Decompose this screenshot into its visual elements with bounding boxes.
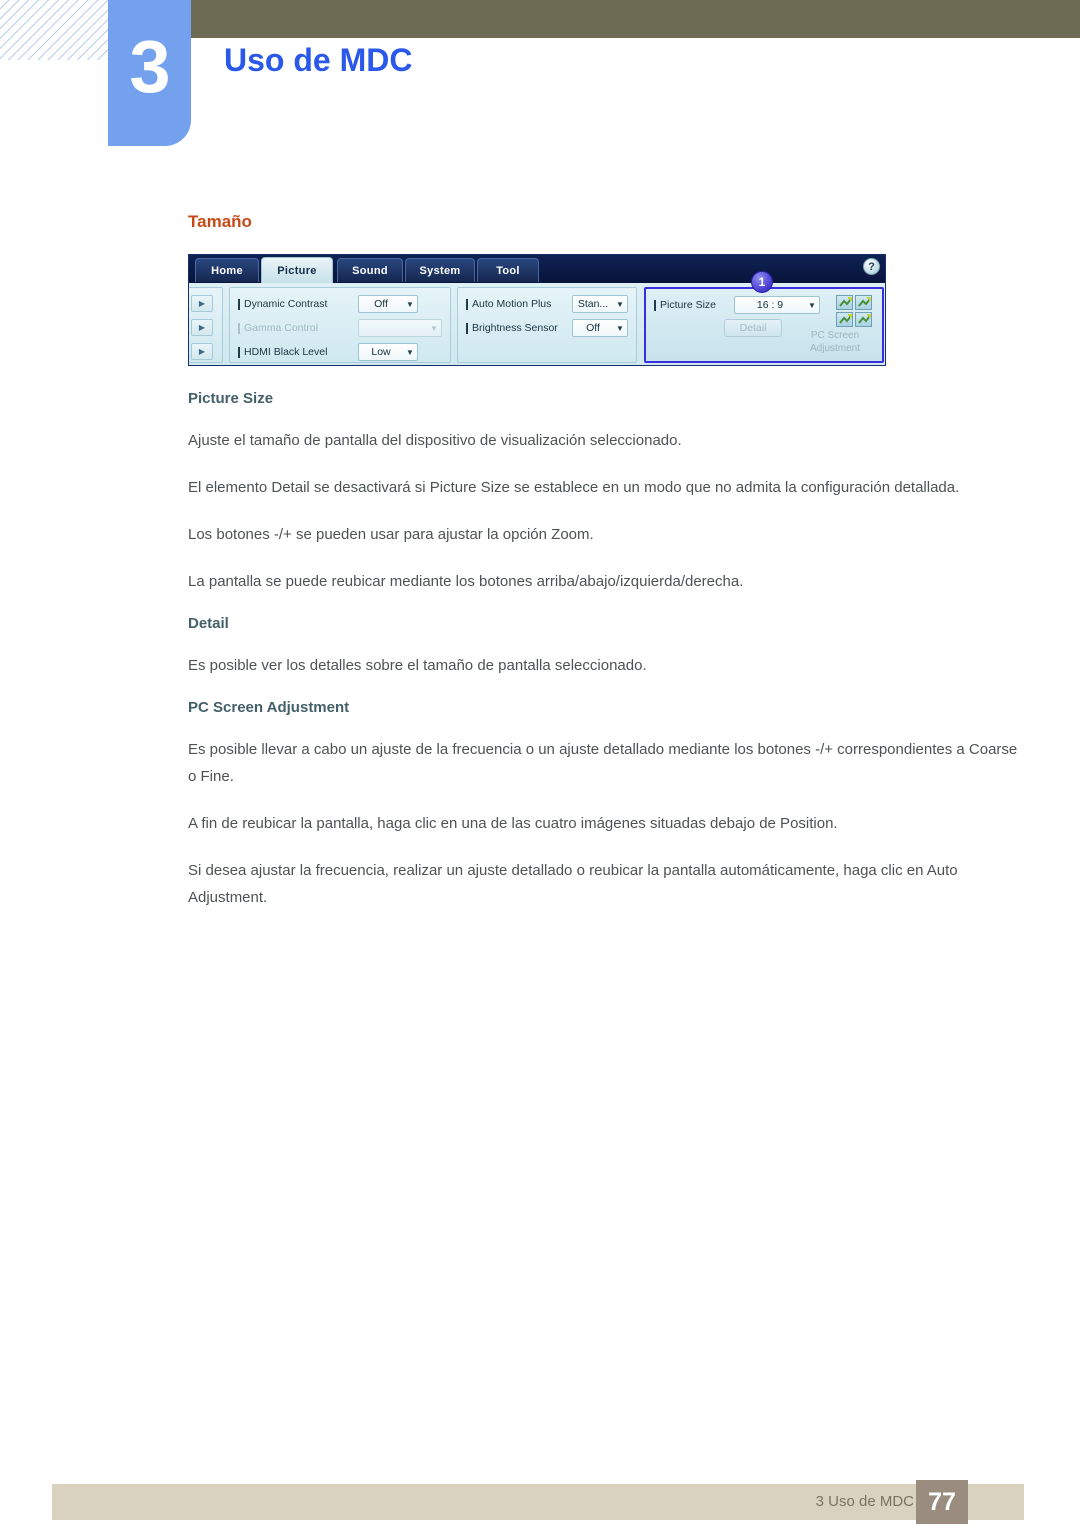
page-number-badge: 77 (916, 1480, 968, 1524)
pc-screen-position-grid[interactable] (836, 295, 872, 327)
detail-button[interactable]: Detail (724, 319, 782, 337)
position-bottom-left-icon[interactable] (836, 312, 853, 327)
label-auto-motion-plus: Auto Motion Plus (472, 298, 552, 310)
combo-auto-motion-plus[interactable]: Stan... ▼ (572, 295, 628, 313)
chevron-down-icon: ▼ (430, 323, 438, 333)
row-brightness-sensor: Brightness Sensor (466, 318, 558, 338)
position-top-right-icon[interactable] (855, 295, 872, 310)
subhead-detail: Detail (188, 615, 229, 632)
chevron-down-icon: ▼ (808, 300, 816, 310)
chevron-down-icon: ▼ (616, 323, 624, 333)
combo-hdmi-black-level[interactable]: Low ▼ (358, 343, 418, 361)
content-area: Tamaño Home Picture Sound System Tool ? … (188, 212, 1018, 931)
combo-value-dynamic-contrast: Off (374, 298, 388, 310)
label-hdmi-black-level: HDMI Black Level (244, 346, 328, 358)
mdc-tab-bar: Home Picture Sound System Tool ? (189, 255, 885, 283)
expand-arrow-1-icon[interactable]: ▶ (191, 295, 213, 312)
expand-arrow-2-icon[interactable]: ▶ (191, 319, 213, 336)
chapter-number-badge: 3 (108, 0, 191, 146)
paragraph-picture-size-3: Los botones -/+ se pueden usar para ajus… (188, 526, 594, 543)
pc-screen-line-1: PC Screen (810, 330, 860, 341)
bullet-icon (654, 299, 656, 311)
paragraph-picture-size-2: El elemento Detail se desactivará si Pic… (188, 479, 960, 496)
row-auto-motion-plus: Auto Motion Plus (466, 294, 551, 314)
bullet-icon (238, 298, 240, 310)
position-bottom-right-icon[interactable] (855, 312, 872, 327)
label-gamma-control: Gamma Control (244, 322, 319, 334)
section-title: Tamaño (188, 212, 252, 231)
tab-sound[interactable]: Sound (337, 258, 403, 282)
combo-brightness-sensor[interactable]: Off ▼ (572, 319, 628, 337)
label-picture-size: Picture Size (660, 299, 717, 311)
subhead-pc-screen-adjustment: PC Screen Adjustment (188, 699, 350, 716)
tab-system[interactable]: System (405, 258, 475, 282)
tab-home[interactable]: Home (195, 258, 259, 282)
mdc-screenshot: Home Picture Sound System Tool ? ▶ ▶ ▶ D… (188, 254, 886, 366)
position-top-left-icon[interactable] (836, 295, 853, 310)
motion-settings-panel: Auto Motion Plus Stan... ▼ Brightness Se… (457, 287, 637, 363)
combo-gamma-control: ▼ (358, 319, 442, 337)
chevron-down-icon: ▼ (616, 299, 624, 309)
picture-size-panel: Picture Size 16 : 9 ▼ Detail PC Screen A… (644, 287, 884, 363)
header-bar (108, 0, 1080, 38)
paragraph-picture-size-1: Ajuste el tamaño de pantalla del disposi… (188, 432, 682, 449)
row-dynamic-contrast: Dynamic Contrast (238, 294, 327, 314)
subhead-picture-size: Picture Size (188, 390, 274, 407)
page-title: Uso de MDC (224, 42, 413, 78)
combo-value-auto-motion-plus: Stan... (577, 298, 609, 310)
paragraph-detail-1: Es posible ver los detalles sobre el tam… (188, 657, 647, 674)
paragraph-pcsa-2: A fin de reubicar la pantalla, haga clic… (188, 815, 838, 832)
picture-settings-panel: Dynamic Contrast Off ▼ Gamma Control ▼ H… (229, 287, 451, 363)
footer-bar: 3 Uso de MDC (52, 1484, 1024, 1520)
bullet-icon (466, 298, 468, 310)
footer-text: 3 Uso de MDC (815, 1493, 914, 1510)
help-icon[interactable]: ? (863, 258, 880, 275)
paragraph-picture-size-4: La pantalla se puede reubicar mediante l… (188, 573, 744, 590)
pc-screen-line-2: Adjustment (809, 343, 861, 354)
label-dynamic-contrast: Dynamic Contrast (244, 298, 328, 310)
bullet-icon (466, 322, 468, 334)
combo-value-hdmi-black-level: Low (371, 346, 391, 358)
hatch-decoration (0, 0, 108, 60)
callout-badge-1: 1 (751, 271, 773, 293)
chevron-down-icon: ▼ (406, 299, 414, 309)
combo-picture-size[interactable]: 16 : 9 ▼ (734, 296, 820, 314)
chevron-down-icon: ▼ (406, 347, 414, 357)
combo-value-brightness-sensor: Off (586, 322, 600, 334)
tab-tool[interactable]: Tool (477, 258, 539, 282)
tab-picture[interactable]: Picture (261, 257, 333, 283)
expand-arrow-3-icon[interactable]: ▶ (191, 343, 213, 360)
row-gamma-control: Gamma Control (238, 318, 318, 338)
paragraph-pcsa-1: Es posible llevar a cabo un ajuste de la… (188, 741, 1018, 785)
mdc-panel-area: ▶ ▶ ▶ Dynamic Contrast Off ▼ Gamma Contr… (189, 283, 885, 365)
paragraph-pcsa-3: Si desea ajustar la frecuencia, realizar… (188, 862, 958, 906)
combo-dynamic-contrast[interactable]: Off ▼ (358, 295, 418, 313)
bullet-icon (238, 346, 240, 358)
row-picture-size: Picture Size (654, 295, 716, 315)
row-hdmi-black-level: HDMI Black Level (238, 342, 327, 362)
combo-value-picture-size: 16 : 9 (756, 299, 784, 311)
bullet-icon (238, 322, 240, 334)
pc-screen-adjustment-caption: PC Screen Adjustment (796, 329, 874, 355)
cut-off-panel: ▶ ▶ ▶ (189, 287, 223, 363)
label-brightness-sensor: Brightness Sensor (472, 322, 558, 334)
